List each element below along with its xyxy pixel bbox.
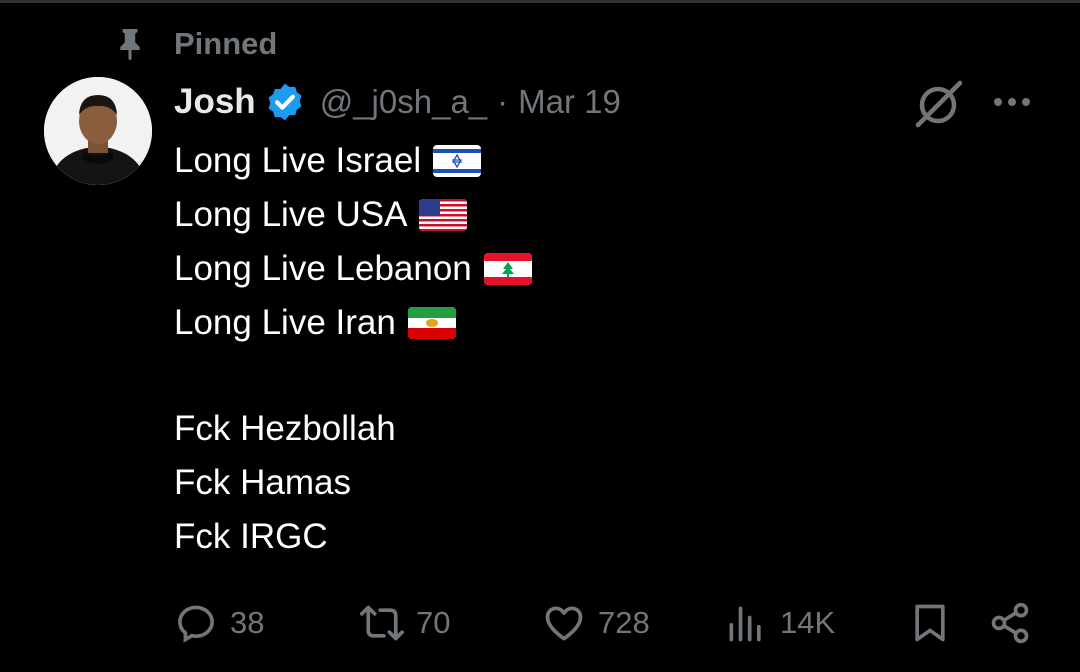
tweet-line-text: Long Live USA [174, 195, 408, 234]
tweet-line-text: Long Live Lebanon [174, 249, 472, 288]
israel-flag-icon [433, 145, 482, 177]
heart-icon [545, 606, 583, 641]
iran-lion-sun-flag-icon [407, 307, 456, 339]
share-button[interactable] [988, 598, 1032, 648]
tweet-line: Long Live Lebanon [174, 242, 1034, 296]
verified-badge-icon[interactable] [264, 81, 306, 123]
repost-icon [360, 605, 404, 641]
tweet-line: Long Live Israel [174, 134, 1034, 188]
bookmark-button[interactable] [908, 598, 952, 648]
display-name[interactable]: Josh [174, 82, 256, 122]
pinned-label: Pinned [174, 26, 278, 61]
grok-icon[interactable] [912, 78, 964, 130]
top-divider [0, 0, 1080, 3]
tweet-text: Long Live Israel Long Live USA Long Live… [174, 134, 1034, 564]
tweet-line-text: Long Live Iran [174, 303, 396, 342]
like-button[interactable]: 728 [542, 598, 650, 648]
tweet-line: Long Live Iran [174, 296, 1034, 350]
tweet-line: Fck Hezbollah [174, 402, 1034, 456]
like-count: 728 [598, 605, 650, 640]
tweet-header: Josh @_j0sh_a_ · Mar 19 [174, 78, 621, 126]
tweet-line: Long Live USA [174, 188, 1034, 242]
views-button[interactable]: 14K [724, 598, 835, 648]
separator: · [497, 83, 509, 120]
views-icon [729, 606, 761, 642]
more-icon[interactable] [990, 88, 1034, 116]
avatar-photo [44, 77, 152, 185]
repost-count: 70 [416, 605, 451, 640]
tweet-line: Fck IRGC [174, 510, 1034, 564]
reply-count: 38 [230, 605, 265, 640]
tweet-date[interactable]: Mar 19 [518, 83, 621, 121]
tweet-line-text: Fck IRGC [174, 517, 328, 556]
reply-icon [178, 605, 214, 643]
views-count: 14K [780, 605, 836, 640]
action-bar: 38 70 728 14K [174, 598, 1034, 648]
repost-button[interactable]: 70 [360, 598, 450, 648]
pin-icon [120, 29, 140, 61]
bookmark-icon [915, 604, 945, 642]
handle[interactable]: @_j0sh_a_ [320, 83, 487, 121]
lebanon-flag-icon [483, 253, 532, 285]
reply-button[interactable]: 38 [174, 598, 264, 648]
share-icon [991, 602, 1029, 644]
avatar[interactable] [44, 77, 152, 185]
tweet-line: Fck Hamas [174, 456, 1034, 510]
usa-flag-icon [419, 199, 468, 231]
tweet-line-text: Fck Hamas [174, 463, 351, 502]
tweet-line-text: Fck Hezbollah [174, 409, 396, 448]
pinned-indicator: Pinned [112, 22, 277, 66]
tweet-line-text: Long Live Israel [174, 141, 422, 180]
